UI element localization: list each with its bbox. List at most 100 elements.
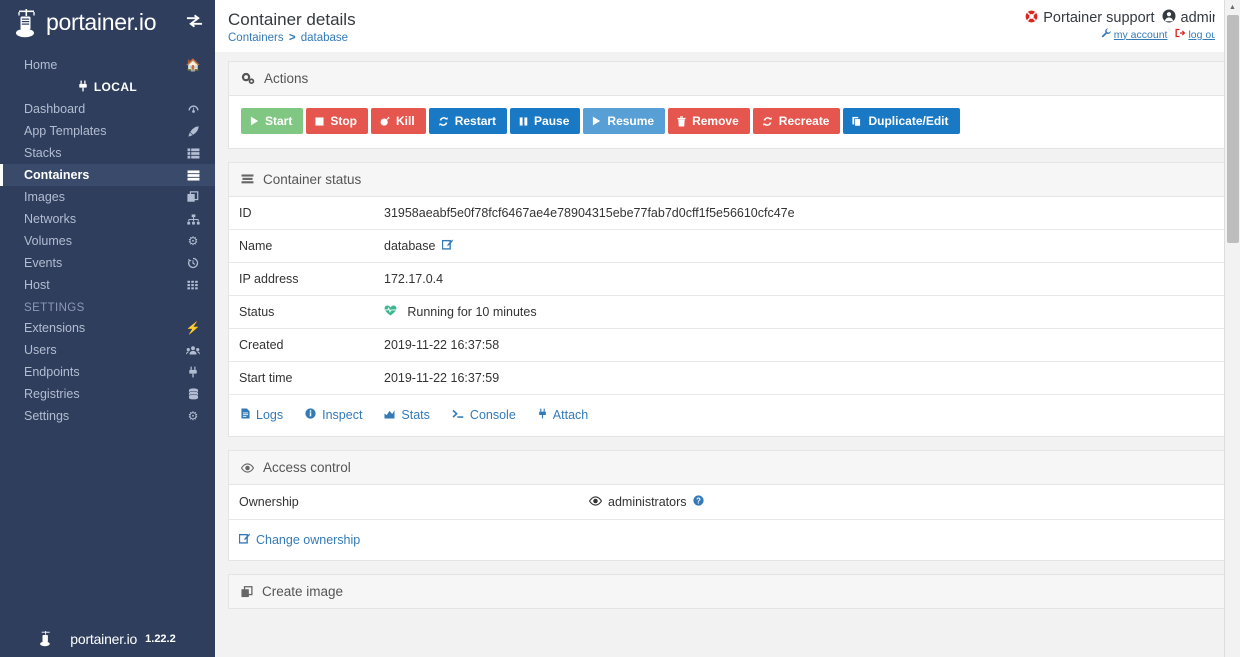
portainer-support-link[interactable]: Portainer support [1025, 10, 1155, 27]
action-buttons-row: Start Stop Kill Restart Pause Resume Rem… [241, 108, 1215, 135]
scrollbar-thumb[interactable] [1227, 15, 1239, 243]
user-block[interactable]: admin [1162, 9, 1220, 27]
actions-panel-header: Actions [229, 62, 1227, 97]
attach-link[interactable]: Attach [538, 408, 588, 422]
brand-name: portainer.io [46, 9, 157, 35]
bolt-icon: ⚡ [185, 321, 201, 335]
my-account-label: my account [1113, 28, 1168, 41]
sidebar-item-label: Users [24, 343, 57, 357]
volumes-icon: ⚙ [187, 234, 199, 248]
access-control-panel-title: Access control [263, 460, 351, 476]
sidebar-section-settings: SETTINGS [24, 302, 85, 314]
restart-button[interactable]: Restart [428, 108, 508, 135]
sidebar: portainer.io Home 🏠 LOCAL Dashboard App … [0, 0, 215, 657]
recreate-button[interactable]: Recreate [752, 108, 841, 135]
actions-panel: Actions Start Stop Kill Restart Pause Re… [228, 61, 1228, 150]
host-grid-icon [185, 280, 201, 291]
start-button[interactable]: Start [241, 108, 304, 135]
console-link[interactable]: Console [452, 408, 516, 422]
logs-link[interactable]: Logs [241, 408, 283, 422]
sidebar-item-host[interactable]: Host [0, 274, 215, 296]
container-status-table: ID 31958aeabf5e0f78fcf6467ae4e78904315eb… [229, 197, 1227, 395]
page-header: Container details Containers > database … [215, 0, 1240, 53]
events-history-icon [185, 257, 201, 269]
resume-button[interactable]: Resume [583, 108, 666, 135]
sidebar-item-label: Home [24, 58, 58, 72]
change-ownership-label: Change ownership [256, 533, 361, 548]
row-value-id: 31958aeabf5e0f78fcf6467ae4e78904315ebe77… [384, 206, 795, 221]
sidebar-item-registries[interactable]: Registries [0, 383, 215, 405]
plug-icon [185, 366, 201, 378]
create-image-panel-title: Create image [262, 584, 344, 600]
sidebar-item-dashboard[interactable]: Dashboard [0, 98, 215, 120]
header-white-strip [1215, 0, 1224, 47]
pause-icon [519, 117, 528, 126]
main-content: Container details Containers > database … [215, 0, 1240, 657]
row-value-ip: 172.17.0.4 [374, 262, 1227, 296]
sidebar-item-stacks[interactable]: Stacks [0, 142, 215, 164]
resume-button-label: Resume [607, 114, 655, 129]
sidebar-item-containers[interactable]: Containers [0, 164, 215, 186]
eye-icon [588, 495, 603, 509]
bomb-icon [380, 116, 390, 126]
question-circle-icon[interactable]: ? [692, 495, 704, 509]
stats-label: Stats [401, 408, 430, 423]
portainer-support-label: Portainer support [1043, 10, 1155, 26]
sidebar-item-label: Endpoints [24, 365, 80, 379]
kill-button[interactable]: Kill [371, 108, 426, 135]
stats-link[interactable]: Stats [384, 408, 430, 422]
logout-link[interactable]: log out [1175, 28, 1220, 41]
sidebar-item-users[interactable]: Users [0, 339, 215, 361]
table-row: Start time 2019-11-22 16:37:59 [229, 361, 1227, 395]
header-bottom-row: my account log out [1025, 28, 1220, 41]
sidebar-toggle-icon[interactable] [186, 14, 203, 31]
stop-button-label: Stop [330, 114, 358, 129]
user-circle-icon [1162, 9, 1176, 27]
sidebar-item-settings[interactable]: Settings ⚙ [0, 405, 215, 427]
sidebar-item-extensions[interactable]: Extensions ⚡ [0, 317, 215, 339]
scroll-up-arrow-icon[interactable]: ▲ [1225, 0, 1240, 14]
change-ownership-link[interactable]: Change ownership [238, 533, 361, 548]
header-top-row: Portainer support admin [1025, 9, 1220, 27]
stop-button[interactable]: Stop [306, 108, 369, 135]
terminal-icon [452, 409, 464, 422]
page-header-left: Container details Containers > database [228, 9, 356, 44]
breadcrumb: Containers > database [228, 32, 356, 44]
remove-button[interactable]: Remove [668, 108, 750, 135]
create-image-panel-header: Create image [229, 575, 1227, 610]
page-scrollbar[interactable]: ▲ [1224, 0, 1240, 657]
sidebar-item-app-templates[interactable]: App Templates [0, 120, 215, 142]
container-name: database [384, 239, 436, 254]
plug-icon [538, 408, 547, 422]
console-label: Console [469, 408, 516, 423]
footer-version: 1.22.2 [145, 632, 176, 645]
row-key: Created [229, 328, 374, 362]
sidebar-item-volumes[interactable]: Volumes ⚙ [0, 230, 215, 252]
ownership-label: Ownership [239, 495, 299, 510]
inspect-link[interactable]: Inspect [305, 408, 362, 422]
duplicate-edit-button[interactable]: Duplicate/Edit [843, 108, 960, 135]
sidebar-item-images[interactable]: Images [0, 186, 215, 208]
ownership-value: administrators ? [588, 495, 704, 509]
container-status-panel: Container status ID 31958aeabf5e0f78fcf6… [228, 162, 1228, 438]
breadcrumb-current[interactable]: database [301, 32, 348, 44]
access-control-panel: Access control Ownership administrators … [228, 450, 1228, 562]
status-text: Running for 10 minutes [407, 305, 537, 320]
sidebar-item-networks[interactable]: Networks [0, 208, 215, 230]
svg-text:?: ? [696, 497, 701, 506]
sidebar-item-endpoints[interactable]: Endpoints [0, 361, 215, 383]
containers-icon [185, 169, 201, 181]
sidebar-item-label: Extensions [24, 321, 86, 335]
info-circle-icon [305, 408, 316, 422]
my-account-link[interactable]: my account [1101, 28, 1168, 41]
images-icon [185, 191, 201, 203]
breadcrumb-root[interactable]: Containers [228, 32, 284, 44]
sidebar-item-events[interactable]: Events [0, 252, 215, 274]
stop-icon [315, 117, 324, 126]
endpoint-indicator: LOCAL [0, 76, 215, 98]
edit-pencil-icon[interactable] [441, 240, 453, 253]
container-status-panel-title: Container status [263, 172, 362, 188]
sidebar-item-home[interactable]: Home 🏠 [0, 54, 215, 76]
endpoint-label: LOCAL [93, 80, 138, 94]
pause-button[interactable]: Pause [510, 108, 581, 135]
